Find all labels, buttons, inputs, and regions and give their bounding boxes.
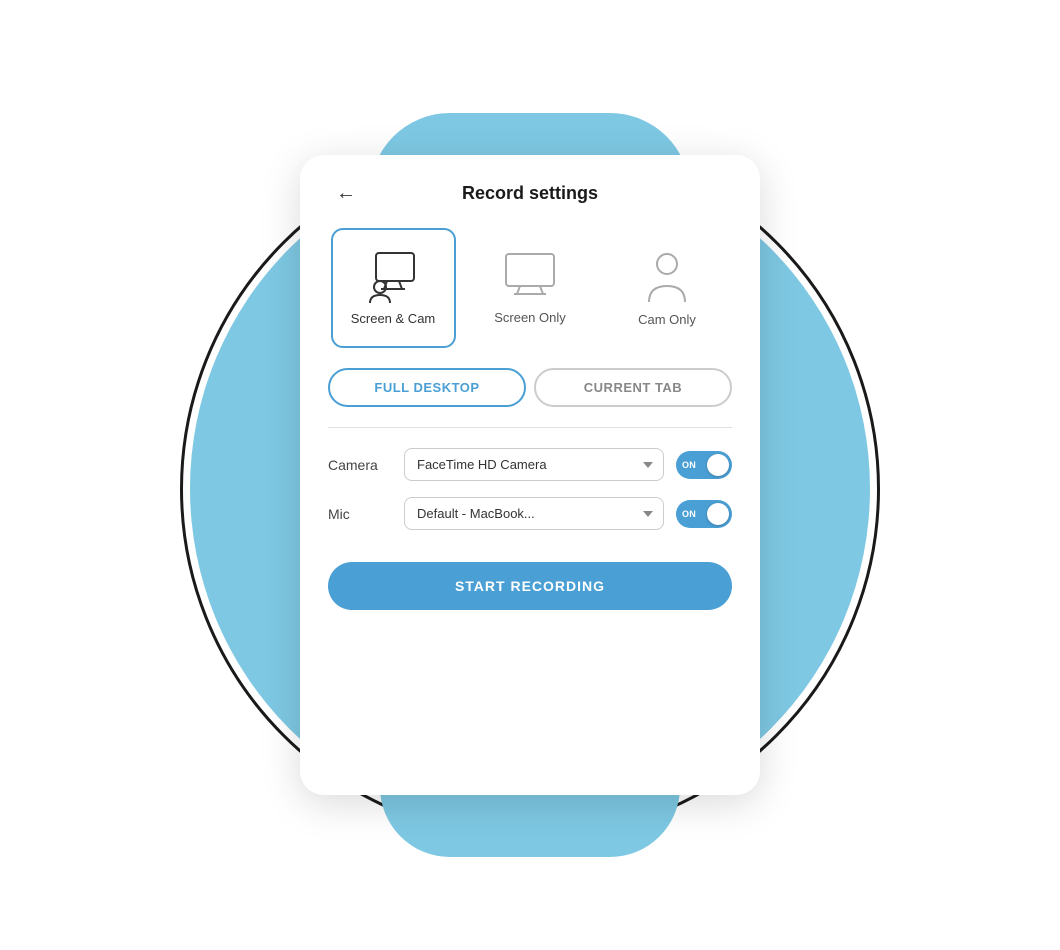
mode-cam-only-label: Cam Only <box>638 312 696 327</box>
mic-label: Mic <box>328 506 392 522</box>
camera-select[interactable]: FaceTime HD Camera <box>404 448 664 481</box>
record-settings-card: ← Record settings <box>300 155 760 795</box>
mode-screen-only-label: Screen Only <box>494 310 566 325</box>
arc-bottom <box>380 787 680 857</box>
start-recording-button[interactable]: START RECORDING <box>328 562 732 610</box>
camera-toggle-label: ON <box>682 460 696 470</box>
back-icon: ← <box>336 182 356 204</box>
camera-toggle[interactable]: ON <box>676 451 732 479</box>
page-title: Record settings <box>462 183 598 204</box>
camera-row: Camera FaceTime HD Camera ON <box>328 448 732 481</box>
mic-row: Mic Default - MacBook... ON <box>328 497 732 530</box>
mode-screen-cam-label: Screen & Cam <box>351 311 436 326</box>
mic-toggle-label: ON <box>682 509 696 519</box>
scene: ← Record settings <box>80 25 980 925</box>
mode-screen-only[interactable]: Screen Only <box>468 228 593 348</box>
tab-group: FULL DESKTOP CURRENT TAB <box>328 368 732 407</box>
camera-toggle-knob <box>707 454 729 476</box>
tab-full-desktop[interactable]: FULL DESKTOP <box>328 368 526 407</box>
mic-toggle[interactable]: ON <box>676 500 732 528</box>
card-header: ← Record settings <box>328 183 732 204</box>
back-button[interactable]: ← <box>328 178 364 209</box>
mode-cam-only[interactable]: Cam Only <box>605 228 730 348</box>
mode-selector: Screen & Cam Screen Only <box>328 228 732 348</box>
screen-only-icon <box>502 252 558 302</box>
camera-label: Camera <box>328 457 392 473</box>
cam-only-icon <box>645 250 689 304</box>
screen-cam-icon <box>362 251 424 303</box>
mic-toggle-knob <box>707 503 729 525</box>
divider <box>328 427 732 428</box>
mic-select[interactable]: Default - MacBook... <box>404 497 664 530</box>
settings-area: Camera FaceTime HD Camera ON Mic Default… <box>328 448 732 530</box>
mode-screen-cam[interactable]: Screen & Cam <box>331 228 456 348</box>
tab-current-tab[interactable]: CURRENT TAB <box>534 368 732 407</box>
